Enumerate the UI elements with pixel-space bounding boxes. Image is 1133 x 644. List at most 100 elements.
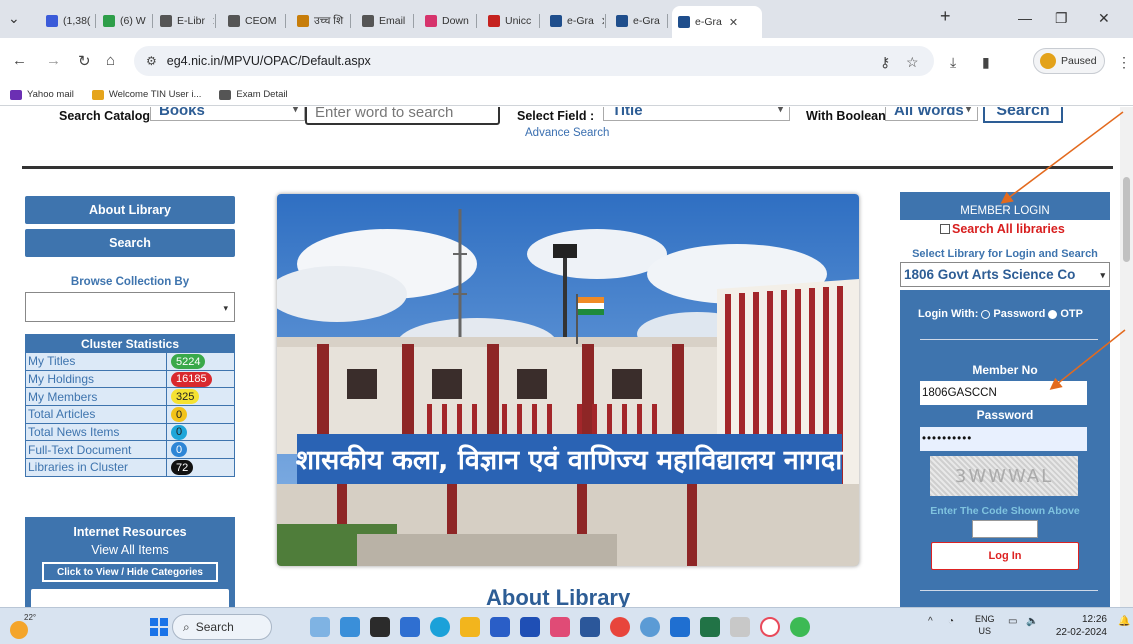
otp-radio[interactable] [1048, 309, 1058, 319]
task-view-icon[interactable] [370, 617, 390, 637]
log-in-button[interactable]: Log In [931, 542, 1079, 570]
cluster-stat-label[interactable]: My Holdings [26, 372, 166, 386]
password-input[interactable]: •••••••••• [920, 427, 1087, 451]
cluster-stat-label[interactable]: My Members [26, 390, 166, 404]
network-icon[interactable]: ◔ [948, 616, 954, 627]
close-window-icon[interactable]: ✕ [1098, 10, 1110, 27]
browser-tab[interactable]: e-Gra✕ [544, 8, 604, 34]
forward-icon[interactable]: → [46, 52, 61, 69]
new-tab-button[interactable]: + [940, 6, 951, 27]
minimize-icon[interactable]: — [1018, 10, 1032, 26]
cluster-stat-label[interactable]: Total Articles [26, 407, 166, 421]
browser-tab[interactable]: Unicc✕ [482, 8, 538, 34]
bookmark-item[interactable]: Yahoo mail [10, 89, 74, 100]
browser-tab[interactable]: उच्च शि✕ [291, 8, 349, 34]
cluster-stat-label[interactable]: Total News Items [26, 425, 166, 439]
browser-tab[interactable]: (1,38(✕ [40, 8, 94, 34]
browser-tab[interactable]: Down✕ [419, 8, 475, 34]
linkedin-icon[interactable] [520, 617, 540, 637]
cluster-stat-label[interactable]: My Titles [26, 354, 166, 368]
password-radio[interactable] [981, 309, 991, 319]
tray-expand-icon[interactable]: ^ [928, 616, 933, 627]
menu-kebab-icon[interactable]: ⋮ [1117, 54, 1131, 71]
weather-widget[interactable]: 22° [6, 613, 36, 639]
catalog-select[interactable]: Books ▾ [150, 107, 305, 121]
outlook-icon[interactable] [670, 617, 690, 637]
checkbox-icon[interactable] [940, 224, 950, 234]
browser-tab[interactable]: e-Gra✕ [672, 6, 762, 38]
store-icon[interactable] [490, 617, 510, 637]
reload-icon[interactable]: ↻ [78, 52, 91, 70]
language-indicator[interactable]: ENG US [975, 613, 995, 637]
about-library-button[interactable]: About Library [25, 196, 235, 224]
browse-collection-select[interactable]: ▾ [25, 292, 235, 322]
chrome-active-icon[interactable] [790, 617, 810, 637]
photos-icon[interactable] [730, 617, 750, 637]
restore-icon[interactable]: ❐ [1055, 10, 1068, 27]
cluster-stat-row[interactable]: Total Articles 0 [26, 405, 234, 423]
field-select[interactable]: Title ▾ [603, 107, 790, 121]
tab-close-icon[interactable]: ✕ [212, 15, 214, 28]
tab-search-chevron-icon[interactable]: ⌄ [8, 10, 20, 27]
search-button[interactable]: Search [983, 107, 1063, 123]
cluster-stat-badge: 0 [171, 442, 188, 458]
cluster-stat-row[interactable]: My Members 325 [26, 387, 234, 406]
page-scrollbar[interactable] [1120, 107, 1133, 607]
excel-icon[interactable] [700, 617, 720, 637]
search-all-libraries-checkbox[interactable]: Search All libraries [940, 222, 1065, 236]
home-icon[interactable]: ⌂ [106, 52, 115, 69]
cluster-stat-row[interactable]: Total News Items 0 [26, 422, 234, 441]
boolean-select[interactable]: All Words ▾ [885, 107, 978, 121]
browser-tab[interactable]: E-Libr ✕ [154, 8, 214, 34]
download-icon[interactable]: ⤓ [950, 54, 956, 71]
media-icon[interactable] [550, 617, 570, 637]
chrome-icon[interactable] [610, 617, 630, 637]
cluster-stat-row[interactable]: My Titles 5224 [26, 352, 234, 370]
browser-tab[interactable]: (6) W✕ [97, 8, 151, 34]
word-icon[interactable] [580, 617, 600, 637]
copilot-icon[interactable] [340, 617, 360, 637]
bookmark-item[interactable]: Exam Detail [219, 89, 288, 100]
member-login-button[interactable]: MEMBER LOGIN [900, 192, 1110, 220]
system-clock[interactable]: 12:26 22-02-2024 [1055, 613, 1107, 639]
search-nav-button[interactable]: Search [25, 229, 235, 257]
tab-close-icon[interactable]: ✕ [729, 16, 738, 29]
advance-search-link[interactable]: Advance Search [525, 127, 609, 139]
toggle-categories-button[interactable]: Click to View / Hide Categories [42, 562, 218, 582]
browser-tab[interactable]: Email✕ [356, 8, 412, 34]
landscape-app-icon[interactable] [310, 617, 330, 637]
browser-tab[interactable]: CEOM ✕ [222, 8, 284, 34]
profile-button[interactable]: Paused [1033, 48, 1105, 74]
library-select[interactable]: 1806 Govt Arts Science Co ▾ [900, 262, 1110, 287]
opera-icon[interactable] [760, 617, 780, 637]
view-all-items-link[interactable]: View All Items [25, 543, 235, 557]
cluster-stat-row[interactable]: Libraries in Cluster 72 [26, 458, 234, 476]
scrollbar-thumb[interactable] [1123, 177, 1130, 262]
browser-tab[interactable]: e-Gra✕ [610, 8, 666, 34]
taskbar-search[interactable]: ⌕ Search [172, 614, 272, 640]
bookmark-item[interactable]: Welcome TIN User i... [91, 89, 201, 100]
back-icon[interactable]: ← [12, 52, 27, 69]
notification-icon[interactable]: 🔔 [1118, 616, 1130, 627]
side-panel-icon[interactable]: ▮ [982, 54, 990, 71]
site-info-icon[interactable]: ⚙ [146, 54, 157, 68]
teams-icon[interactable] [400, 617, 420, 637]
display-icon[interactable]: ▭ [1008, 616, 1017, 627]
cluster-stat-row[interactable]: My Holdings 16185 [26, 369, 234, 388]
cluster-stat-row[interactable]: Full-Text Document 0 [26, 440, 234, 459]
password-key-icon[interactable]: ⚷ [880, 54, 890, 71]
cluster-stat-label[interactable]: Libraries in Cluster [26, 460, 166, 474]
captcha-input[interactable] [972, 520, 1038, 538]
address-bar[interactable]: ⚙ eg4.nic.in/MPVU/OPAC/Default.aspx [134, 46, 934, 76]
tab-close-icon[interactable]: ✕ [601, 15, 604, 28]
volume-icon[interactable]: 🔈 [1026, 616, 1038, 627]
member-no-input[interactable]: 1806GASCCN [920, 381, 1087, 405]
cluster-stat-label[interactable]: Full-Text Document [26, 443, 166, 457]
start-button[interactable] [150, 618, 168, 636]
search-input[interactable]: Enter word to search [305, 107, 500, 125]
app-icon[interactable] [640, 617, 660, 637]
bookmark-star-icon[interactable]: ☆ [906, 54, 919, 71]
tab-close-icon[interactable]: ✕ [284, 15, 285, 28]
file-explorer-icon[interactable] [460, 617, 480, 637]
edge-icon[interactable] [430, 617, 450, 637]
